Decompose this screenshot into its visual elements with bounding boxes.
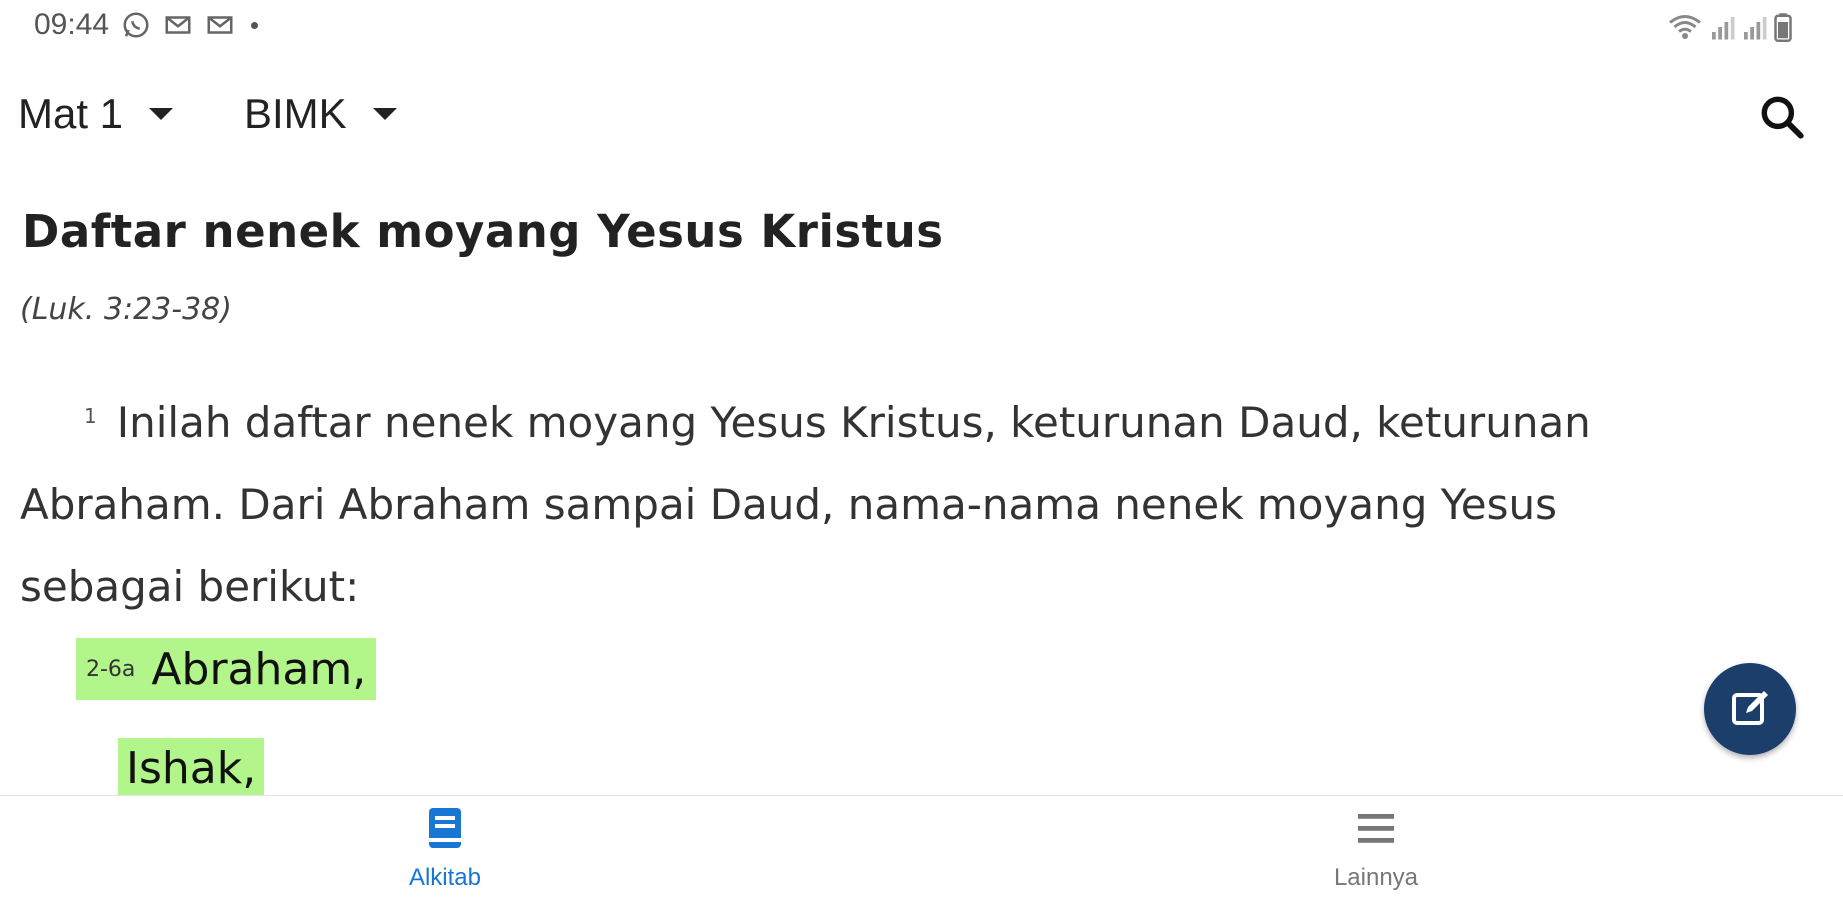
verse-number: 1 [84,404,97,428]
nav-item-alkitab[interactable]: Alkitab [345,806,545,892]
verse-text: Ishak, [126,742,257,794]
bible-content[interactable]: Daftar nenek moyang Yesus Kristus (Luk. … [0,160,1843,795]
version-selector[interactable]: BIMK [244,90,397,138]
bottom-navigation: Alkitab Lainnya [0,795,1843,900]
book-icon [429,808,461,848]
dropdown-arrow-icon [372,108,397,120]
verse-1[interactable]: 1 Inilah daftar nenek moyang Yesus Kristu… [20,375,1720,628]
menu-icon [1358,814,1394,843]
cross-reference[interactable]: (Luk. 3:23-38) [20,292,232,327]
section-heading: Daftar nenek moyang Yesus Kristus [22,205,944,258]
search-icon[interactable] [1757,92,1807,142]
status-left: 09:44 [34,8,259,42]
battery-icon [1774,13,1792,42]
verse-2-line-2-highlighted[interactable]: Ishak, [118,738,265,795]
verse-number: 2-6a [86,656,136,682]
app-bar: Mat 1 BIMK [0,80,1843,150]
mail-icon [165,16,191,34]
dropdown-arrow-icon [149,108,174,120]
verse-text: Inilah daftar nenek moyang Yesus Kristus… [20,398,1591,611]
nav-label: Lainnya [1333,864,1419,891]
mail-icon [207,16,233,34]
edit-note-icon [1732,691,1768,725]
nav-label: Alkitab [408,864,482,891]
whatsapp-icon [123,12,149,38]
verse-2-highlighted[interactable]: 2-6a Abraham, [76,638,377,700]
status-time: 09:44 [34,8,110,41]
book-chapter-selector[interactable]: Mat 1 [18,90,174,138]
notification-dot [251,21,259,29]
status-bar: 09:44 [0,0,1843,55]
verse-text: Abraham, [151,643,367,695]
wifi-icon [1669,15,1701,39]
signal-icon [1712,17,1735,40]
nav-item-lainnya[interactable]: Lainnya [1276,806,1476,892]
edit-note-button[interactable] [1704,663,1796,755]
status-right [1667,12,1793,42]
book-chapter-label: Mat 1 [18,90,124,137]
signal-icon [1744,17,1767,40]
version-label: BIMK [244,90,347,137]
